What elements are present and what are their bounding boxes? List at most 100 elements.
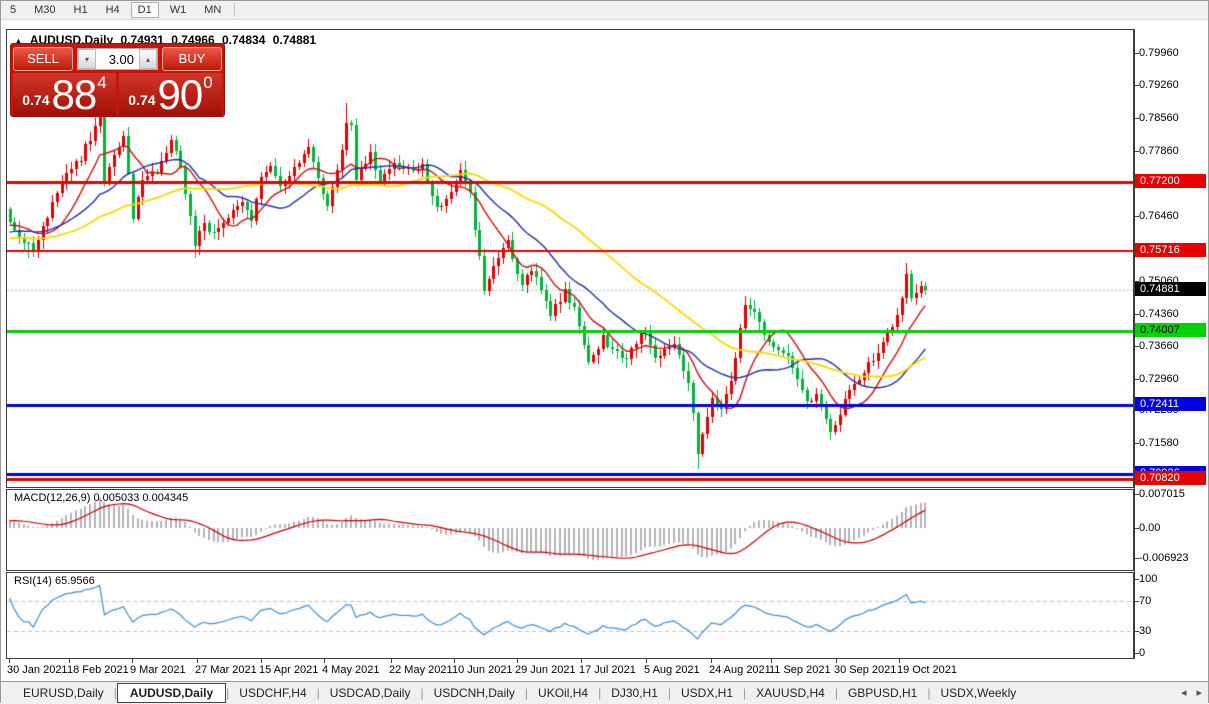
date-axis-label: 27 Mar 2021 <box>195 664 257 676</box>
timeframe-button-m30[interactable]: M30 <box>27 3 62 17</box>
rsi-pane: RSI(14) 65.9566 <box>6 572 1134 659</box>
timeframe-button-h1[interactable]: H1 <box>67 3 95 17</box>
price-axis-label: 0.71580 <box>1139 437 1179 450</box>
price-axis-label: 0.73660 <box>1139 340 1179 353</box>
date-axis-tick <box>646 659 647 663</box>
tab-usdcnh-daily[interactable]: USDCNH,Daily <box>424 684 525 702</box>
date-axis-tick <box>69 659 70 663</box>
date-axis-tick <box>899 659 900 663</box>
sell-price-big: 88 <box>52 75 97 115</box>
date-axis-tick <box>132 659 133 663</box>
axis-tick <box>1135 443 1139 444</box>
timeframe-toolbar: 5 M30 H1 H4 D1 W1MN <box>1 1 1208 20</box>
date-axis-label: 9 Mar 2021 <box>130 664 186 676</box>
buy-price-sup: 0 <box>203 73 212 93</box>
timeframe-button-d1[interactable]: D1 <box>131 2 159 18</box>
tab-dj30-h1[interactable]: DJ30,H1 <box>601 684 668 702</box>
date-axis-label: 22 May 2021 <box>389 664 453 676</box>
level-price-badge: 0.70820 <box>1135 471 1206 485</box>
date-axis-label: 30 Jan 2021 <box>7 664 68 676</box>
date-axis-tick <box>261 659 262 663</box>
date-axis: 30 Jan 202118 Feb 20219 Mar 2021 27 Mar 2… <box>6 659 1134 681</box>
macd-axis-label: 0.00 <box>1139 522 1160 535</box>
axis-tick <box>1135 494 1139 495</box>
axis-tick <box>1135 118 1139 119</box>
trade-panel-prices: 0.74 88 4 0.74 90 0 <box>13 73 222 117</box>
timeframe-button-5[interactable]: 5 <box>3 3 23 17</box>
level-price-badge: 0.75716 <box>1135 243 1206 257</box>
volume-increase-icon[interactable]: ▴ <box>139 49 157 69</box>
timeframe-button-mn[interactable]: MN <box>197 3 228 17</box>
price-axis-label: 0.77860 <box>1139 145 1179 158</box>
date-axis-tick <box>771 659 772 663</box>
macd-axis-label: 0.007015 <box>1139 488 1185 501</box>
axis-tick <box>1135 653 1139 654</box>
axis-tick <box>1135 314 1139 315</box>
ohlc-close: 0.74881 <box>273 33 316 47</box>
axis-tick <box>1135 216 1139 217</box>
terminal-window: 5 M30 H1 H4 D1 W1MN ▲ AUDUSD,Daily 0.74931 0.… <box>0 0 1209 703</box>
rsi-axis-label: 100 <box>1139 573 1157 586</box>
tab-gbpusd-h1[interactable]: GBPUSD,H1 <box>838 684 927 702</box>
date-axis-tick <box>517 659 518 663</box>
tab-xauusd-h4[interactable]: XAUUSD,H4 <box>746 684 835 702</box>
one-click-trading-panel: SELL ▾ 3.00 ▴ BUY 0.74 88 4 0.74 90 0 <box>10 43 225 117</box>
axis-tick <box>1135 579 1139 580</box>
level-price-badge: 0.74007 <box>1135 323 1206 337</box>
buy-price-prefix: 0.74 <box>128 92 155 108</box>
timeframe-button-w1[interactable]: W1 <box>163 3 194 17</box>
axis-tick <box>1135 53 1139 54</box>
buy-button[interactable]: BUY <box>162 47 222 71</box>
date-axis-label: 24 Aug 2021 <box>709 664 771 676</box>
trade-panel-controls: SELL ▾ 3.00 ▴ BUY <box>13 46 222 72</box>
main-price-pane: ▲ AUDUSD,Daily 0.74931 0.74966 0.74834 0… <box>6 29 1134 488</box>
axis-tick <box>1135 151 1139 152</box>
timeframe-button-h4[interactable]: H4 <box>99 3 127 17</box>
chart-tab-bar: EURUSD,Daily|AUDUSD,Daily|USDCHF,H4|USDC… <box>1 681 1208 704</box>
volume-input[interactable]: 3.00 <box>96 49 139 69</box>
axis-tick <box>1135 558 1139 559</box>
volume-decrease-icon[interactable]: ▾ <box>78 49 96 69</box>
axis-tick <box>1135 379 1139 380</box>
macd-pane: MACD(12,26,9) 0.005033 0.004345 <box>6 489 1134 571</box>
tab-usdx-weekly[interactable]: USDX,Weekly <box>930 684 1026 702</box>
tabs-scroll-right-icon[interactable]: ▸ <box>1196 686 1202 699</box>
macd-label: MACD(12,26,9) 0.005033 0.004345 <box>14 492 188 504</box>
price-axis-label: 0.74360 <box>1139 308 1179 321</box>
tab-usdcad-daily[interactable]: USDCAD,Daily <box>320 684 421 702</box>
date-axis-label: 30 Sep 2021 <box>834 664 896 676</box>
price-axis-label: 0.72960 <box>1139 373 1179 386</box>
tab-audusd-daily[interactable]: AUDUSD,Daily <box>117 683 226 703</box>
date-axis-label: 5 Aug 2021 <box>644 664 700 676</box>
tab-nav: ◂▸ <box>1181 686 1202 699</box>
date-axis-tick <box>9 659 10 663</box>
date-axis-label: 19 Oct 2021 <box>897 664 957 676</box>
price-axis-gutter: 0.799600.792600.785600.778600.764600.750… <box>1134 29 1208 659</box>
tab-eurusd-daily[interactable]: EURUSD,Daily <box>13 684 114 702</box>
date-axis-tick <box>581 659 582 663</box>
tab-ukoil-h4[interactable]: UKOil,H4 <box>528 684 598 702</box>
axis-tick <box>1135 601 1139 602</box>
date-axis-tick <box>324 659 325 663</box>
rsi-axis-label: 0 <box>1139 647 1145 660</box>
tab-usdx-h1[interactable]: USDX,H1 <box>671 684 743 702</box>
sell-price-sup: 4 <box>97 73 106 93</box>
macd-axis-label: -0.006923 <box>1139 552 1189 565</box>
price-axis-label: 0.76460 <box>1139 210 1179 223</box>
date-axis-label: 18 Feb 2021 <box>67 664 129 676</box>
date-axis-tick <box>197 659 198 663</box>
axis-tick <box>1135 346 1139 347</box>
date-axis-tick <box>454 659 455 663</box>
level-price-badge: 0.77200 <box>1135 174 1206 188</box>
sell-price-prefix: 0.74 <box>22 92 49 108</box>
tabs-scroll-left-icon[interactable]: ◂ <box>1181 686 1187 699</box>
rsi-label: RSI(14) 65.9566 <box>14 575 95 587</box>
rsi-canvas[interactable] <box>7 573 1133 658</box>
sell-button[interactable]: SELL <box>13 47 73 71</box>
tab-usdchf-h4[interactable]: USDCHF,H4 <box>229 684 316 702</box>
date-axis-label: 15 Apr 2021 <box>259 664 318 676</box>
buy-price-tile[interactable]: 0.74 90 0 <box>119 73 222 117</box>
date-axis-label: 4 May 2021 <box>322 664 379 676</box>
volume-spinner: ▾ 3.00 ▴ <box>77 48 158 70</box>
sell-price-tile[interactable]: 0.74 88 4 <box>13 73 116 117</box>
